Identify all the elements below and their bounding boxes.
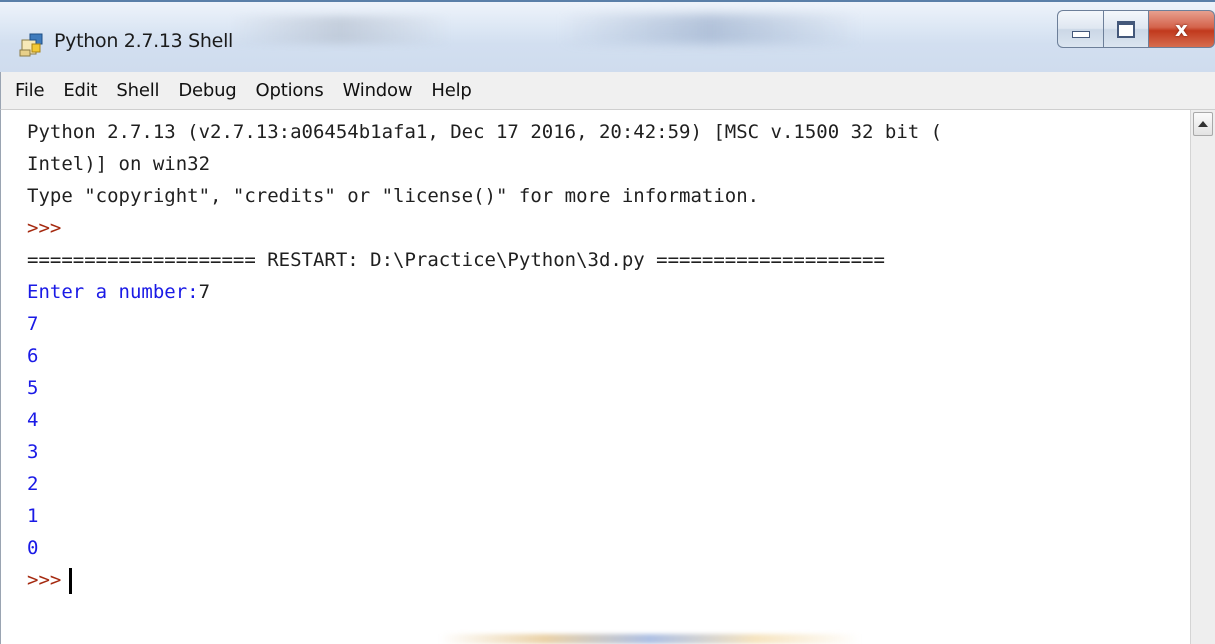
output-line: 3 — [27, 441, 39, 463]
input-line: Enter a number:7 — [27, 276, 210, 308]
close-button[interactable]: x — [1149, 10, 1215, 48]
menu-window[interactable]: Window — [343, 80, 413, 101]
bottom-artifact — [440, 634, 860, 644]
title-bar-blur-secondary — [560, 14, 860, 44]
output-line: 7 — [27, 313, 39, 335]
menu-edit[interactable]: Edit — [63, 80, 97, 101]
minimize-icon — [1071, 30, 1090, 38]
idle-shell-window: Python 2.7.13 Shell x File Edit Shell De… — [0, 0, 1215, 644]
title-bar[interactable]: Python 2.7.13 Shell x — [0, 0, 1215, 72]
window-controls: x — [1057, 10, 1215, 48]
maximize-button[interactable] — [1103, 10, 1149, 48]
shell-prompt: >>> — [27, 217, 62, 239]
menu-options[interactable]: Options — [256, 80, 324, 101]
menu-shell[interactable]: Shell — [116, 80, 159, 101]
window-title: Python 2.7.13 Shell — [54, 30, 234, 52]
menu-file[interactable]: File — [15, 80, 45, 101]
banner-line: Intel)] on win32 — [27, 153, 211, 175]
shell-text-area[interactable]: Python 2.7.13 (v2.7.13:a06454b1afa1, Dec… — [0, 110, 1190, 644]
minimize-button[interactable] — [1057, 10, 1103, 48]
output-line: 6 — [27, 345, 39, 367]
active-prompt-line[interactable]: >>> — [27, 564, 73, 596]
output-line: 4 — [27, 409, 39, 431]
vertical-scrollbar[interactable] — [1190, 110, 1215, 644]
input-value: 7 — [198, 281, 211, 303]
banner-line: Type "copyright", "credits" or "license(… — [27, 185, 760, 207]
menu-bar: File Edit Shell Debug Options Window Hel… — [0, 72, 1215, 110]
menu-help[interactable]: Help — [431, 80, 471, 101]
output-line: 1 — [27, 505, 39, 527]
shell-prompt-final: >>> — [27, 569, 62, 591]
banner-line: Python 2.7.13 (v2.7.13:a06454b1afa1, Dec… — [27, 121, 943, 143]
scroll-up-arrow-icon — [1198, 121, 1208, 127]
close-icon: x — [1175, 17, 1188, 41]
menu-debug[interactable]: Debug — [178, 80, 236, 101]
input-prompt-text: Enter a number: — [27, 281, 199, 303]
python-idle-icon — [18, 30, 46, 58]
scroll-up-button[interactable] — [1193, 112, 1213, 136]
output-line: 0 — [27, 537, 39, 559]
maximize-icon — [1117, 20, 1135, 38]
restart-line: ==================== RESTART: D:\Practic… — [27, 249, 885, 271]
output-line: 5 — [27, 377, 39, 399]
title-bar-blur — [230, 16, 450, 44]
text-cursor — [69, 567, 73, 594]
output-line: 2 — [27, 473, 39, 495]
